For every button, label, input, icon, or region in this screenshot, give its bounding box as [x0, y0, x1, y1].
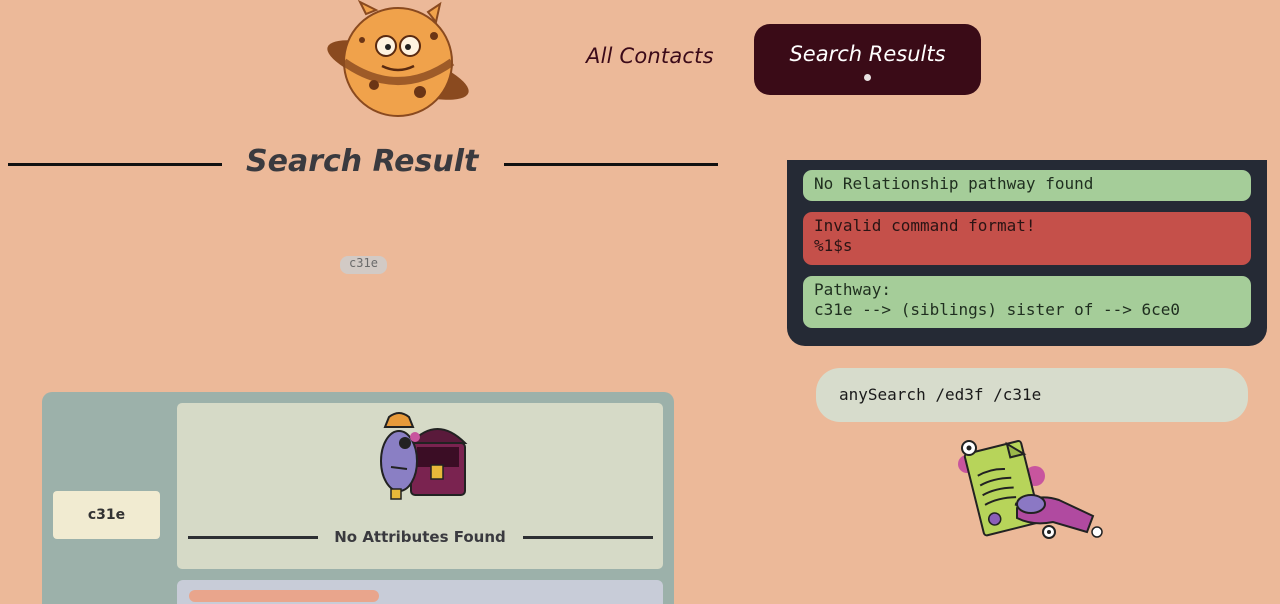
- signing-document-icon: [955, 436, 1111, 546]
- results-panel: c31e No Attributes Found: [42, 392, 674, 604]
- pirate-treasure-chest-icon: [373, 407, 475, 507]
- nav-search-results-label: Search Results: [789, 42, 946, 66]
- attributes-card: No Attributes Found: [177, 403, 663, 569]
- console-message-success: No Relationship pathway found: [803, 170, 1251, 201]
- nav-all-contacts[interactable]: All Contacts: [586, 44, 714, 68]
- console-message-text: Pathway:: [814, 280, 892, 299]
- console-message-text: No Relationship pathway found: [814, 174, 1094, 193]
- node-button[interactable]: c31e: [53, 491, 160, 539]
- title-divider-left: [8, 163, 222, 166]
- planet-cookie-logo-icon[interactable]: [322, 0, 474, 120]
- nav-search-results[interactable]: Search Results: [754, 24, 981, 95]
- relationship-tag: [189, 590, 379, 602]
- command-output-console: No Relationship pathway found Invalid co…: [787, 160, 1267, 346]
- console-message-detail: %1$s: [814, 236, 853, 255]
- console-message-detail: c31e --> (siblings) sister of --> 6ce0: [814, 300, 1181, 319]
- graph-node-chip[interactable]: c31e: [340, 256, 387, 274]
- console-message-success: Pathway: c31e --> (siblings) sister of -…: [803, 276, 1251, 328]
- relationships-card: [177, 580, 663, 604]
- active-indicator-dot: [864, 74, 871, 81]
- command-input[interactable]: anySearch /ed3f /c31e: [816, 368, 1248, 422]
- page-title: Search Result: [246, 144, 479, 179]
- console-message-text: Invalid command format!: [814, 216, 1036, 235]
- title-divider-right: [504, 163, 718, 166]
- empty-divider-right: [523, 536, 653, 539]
- console-message-error: Invalid command format! %1$s: [803, 212, 1251, 265]
